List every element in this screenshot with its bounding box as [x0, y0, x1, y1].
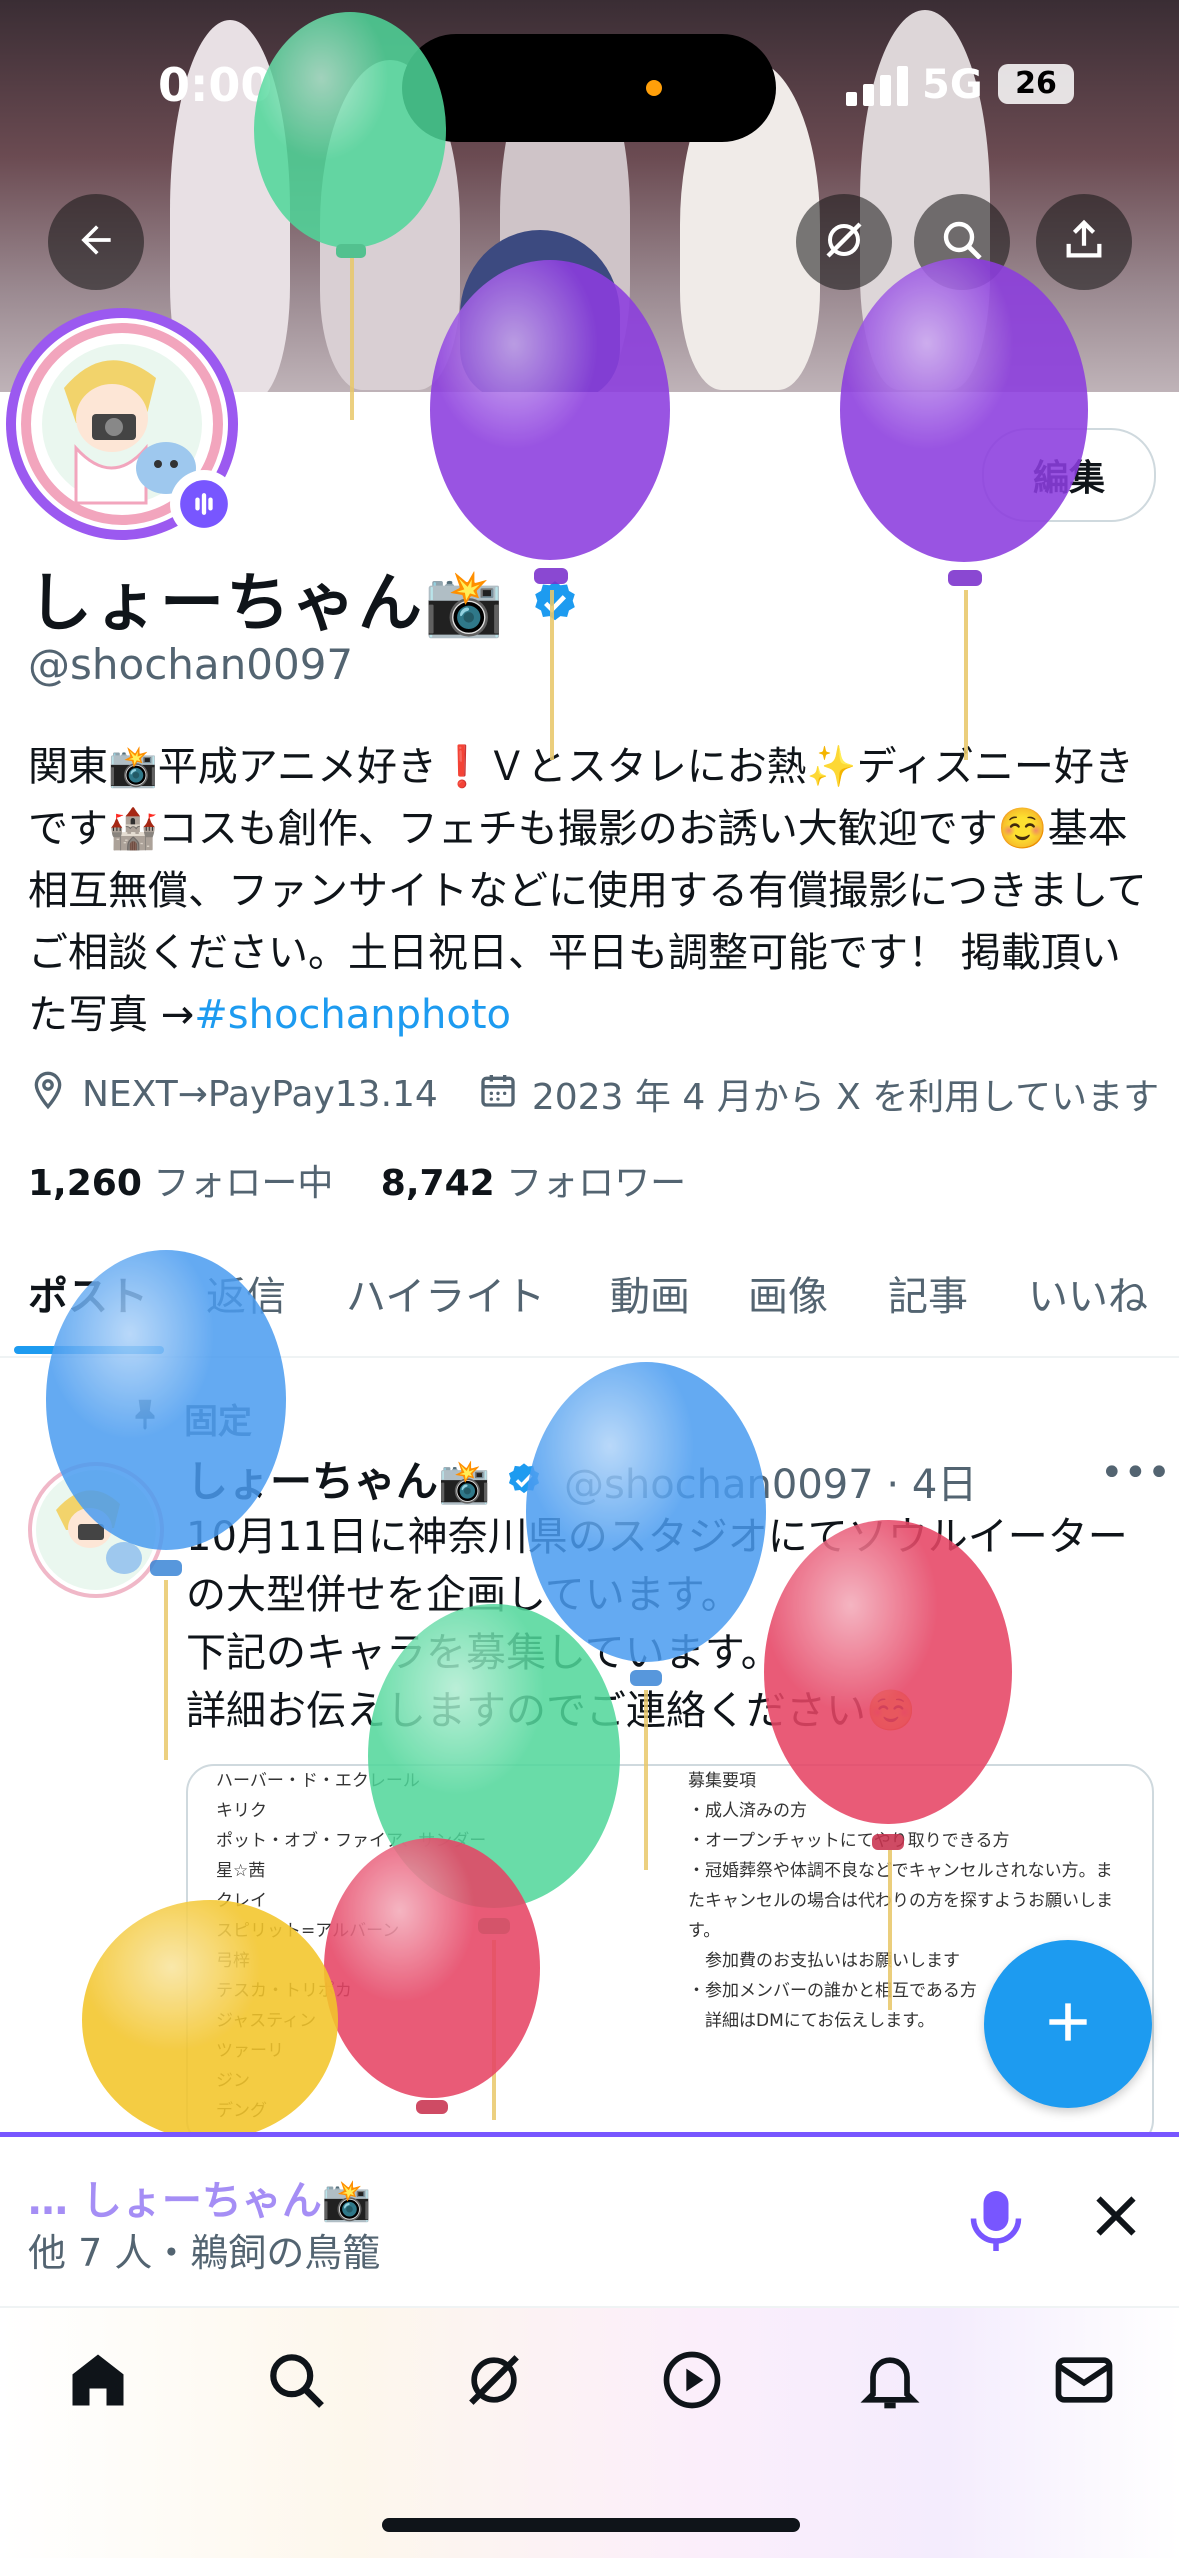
video-icon[interactable]: [658, 2346, 726, 2418]
mic-icon[interactable]: [966, 2186, 1026, 2260]
post-author[interactable]: しょーちゃん📸: [186, 1448, 543, 1509]
profile-name-text: しょーちゃん📸: [28, 567, 506, 641]
privacy-indicator: [646, 80, 662, 96]
tab-posts[interactable]: ポスト: [28, 1264, 148, 1322]
home-indicator[interactable]: [382, 2518, 800, 2532]
following-label: フォロー中: [153, 1163, 334, 1204]
plus-icon: [1040, 1994, 1096, 2054]
profile-handle: @shochan0097: [28, 640, 354, 689]
grok-button[interactable]: [796, 194, 892, 290]
profile-name: しょーちゃん📸: [28, 552, 580, 644]
image-character-list: ハーバー・ド・エクレール キリク ポット・オブ・ファイア、サンダー 星☆茜 クレ…: [216, 1771, 487, 2121]
post-avatar[interactable]: [28, 1462, 164, 1598]
signal-icon: [846, 66, 912, 110]
space-subtitle: 他 7 人・鵜飼の鳥籠: [28, 2231, 381, 2275]
network-type: 5G: [922, 62, 983, 108]
mail-icon[interactable]: [1050, 2346, 1118, 2418]
tab-articles[interactable]: 記事: [888, 1264, 968, 1322]
following-link[interactable]: 1,260 フォロー中: [28, 1163, 333, 1204]
post-text: 10月11日に神奈川県のスタジオにてソウルイーターの大型併せを企画しています。 …: [186, 1508, 1146, 1740]
tab-photos[interactable]: 画像: [748, 1264, 828, 1322]
location-icon: [28, 1070, 68, 1119]
followers-count: 8,742: [380, 1163, 495, 1204]
grok-icon: [820, 216, 868, 268]
verified-icon: [505, 1460, 543, 1509]
followers-link[interactable]: 8,742 フォロワー: [381, 1163, 686, 1204]
pin-icon: [126, 1394, 164, 1438]
post-text-line: 下記のキャラを募集しています。: [186, 1630, 781, 1676]
share-icon: [1061, 217, 1107, 267]
search-icon: [938, 216, 986, 268]
follow-stats: 1,260 フォロー中 8,742 フォロワー: [28, 1154, 686, 1206]
dynamic-island: [402, 34, 776, 142]
close-icon[interactable]: [1086, 2186, 1146, 2250]
compose-button[interactable]: [984, 1940, 1152, 2108]
home-icon[interactable]: [64, 2346, 132, 2418]
profile-bio: 関東📸平成アニメ好き❗️Ｖとスタレにお熱✨ディズニー好きです🏰コスも創作、フェチ…: [28, 736, 1158, 1046]
profile-joined: 2023 年 4 月から X を利用しています: [531, 1077, 1160, 1118]
profile-location: NEXT→PayPay13.14: [82, 1073, 438, 1115]
profile-tabs: ポスト 返信 ハイライト 動画 画像 記事 いいね: [0, 1250, 1179, 1358]
back-arrow-icon: [74, 218, 118, 266]
edit-profile-button[interactable]: 編集: [982, 428, 1156, 522]
bell-icon[interactable]: [856, 2346, 924, 2418]
tab-videos[interactable]: 動画: [610, 1264, 690, 1322]
pinned-label: 固定: [184, 1402, 252, 1442]
more-icon[interactable]: •••: [1100, 1450, 1171, 1496]
active-tab-indicator: [14, 1346, 164, 1354]
search-button[interactable]: [914, 194, 1010, 290]
tab-likes[interactable]: いいね: [1028, 1264, 1148, 1322]
status-time: 0:00: [158, 58, 273, 112]
share-button[interactable]: [1036, 194, 1132, 290]
post-text-line: 詳細お伝えしますのでご連絡ください☺️: [186, 1688, 916, 1734]
following-count: 1,260: [28, 1163, 142, 1204]
bio-hashtag-link[interactable]: #shochanphoto: [194, 992, 511, 1038]
tab-replies[interactable]: 返信: [206, 1264, 286, 1322]
post-author-name: しょーちゃん📸: [186, 1457, 491, 1506]
spaces-live-badge[interactable]: [170, 470, 238, 538]
verified-icon: [530, 570, 580, 644]
calendar-icon: [478, 1070, 518, 1119]
post-handle-time: @shochan0097 · 4日: [564, 1462, 978, 1508]
explore-icon[interactable]: [262, 2346, 330, 2418]
tab-highlights[interactable]: ハイライト: [346, 1264, 545, 1322]
back-button[interactable]: [48, 194, 144, 290]
post-image[interactable]: ハーバー・ド・エクレール キリク ポット・オブ・ファイア、サンダー 星☆茜 クレ…: [186, 1764, 1154, 2148]
grok-icon[interactable]: [460, 2346, 528, 2418]
post-text-line: 10月11日に神奈川県のスタジオにてソウルイーターの大型併せを企画しています。: [186, 1514, 1128, 1618]
space-host: … しょーちゃん📸: [28, 2178, 372, 2224]
followers-label: フォロワー: [506, 1163, 687, 1204]
battery-indicator: 26: [998, 64, 1074, 104]
profile-meta: NEXT→PayPay13.14 2023 年 4 月から X を利用しています: [28, 1068, 1159, 1120]
